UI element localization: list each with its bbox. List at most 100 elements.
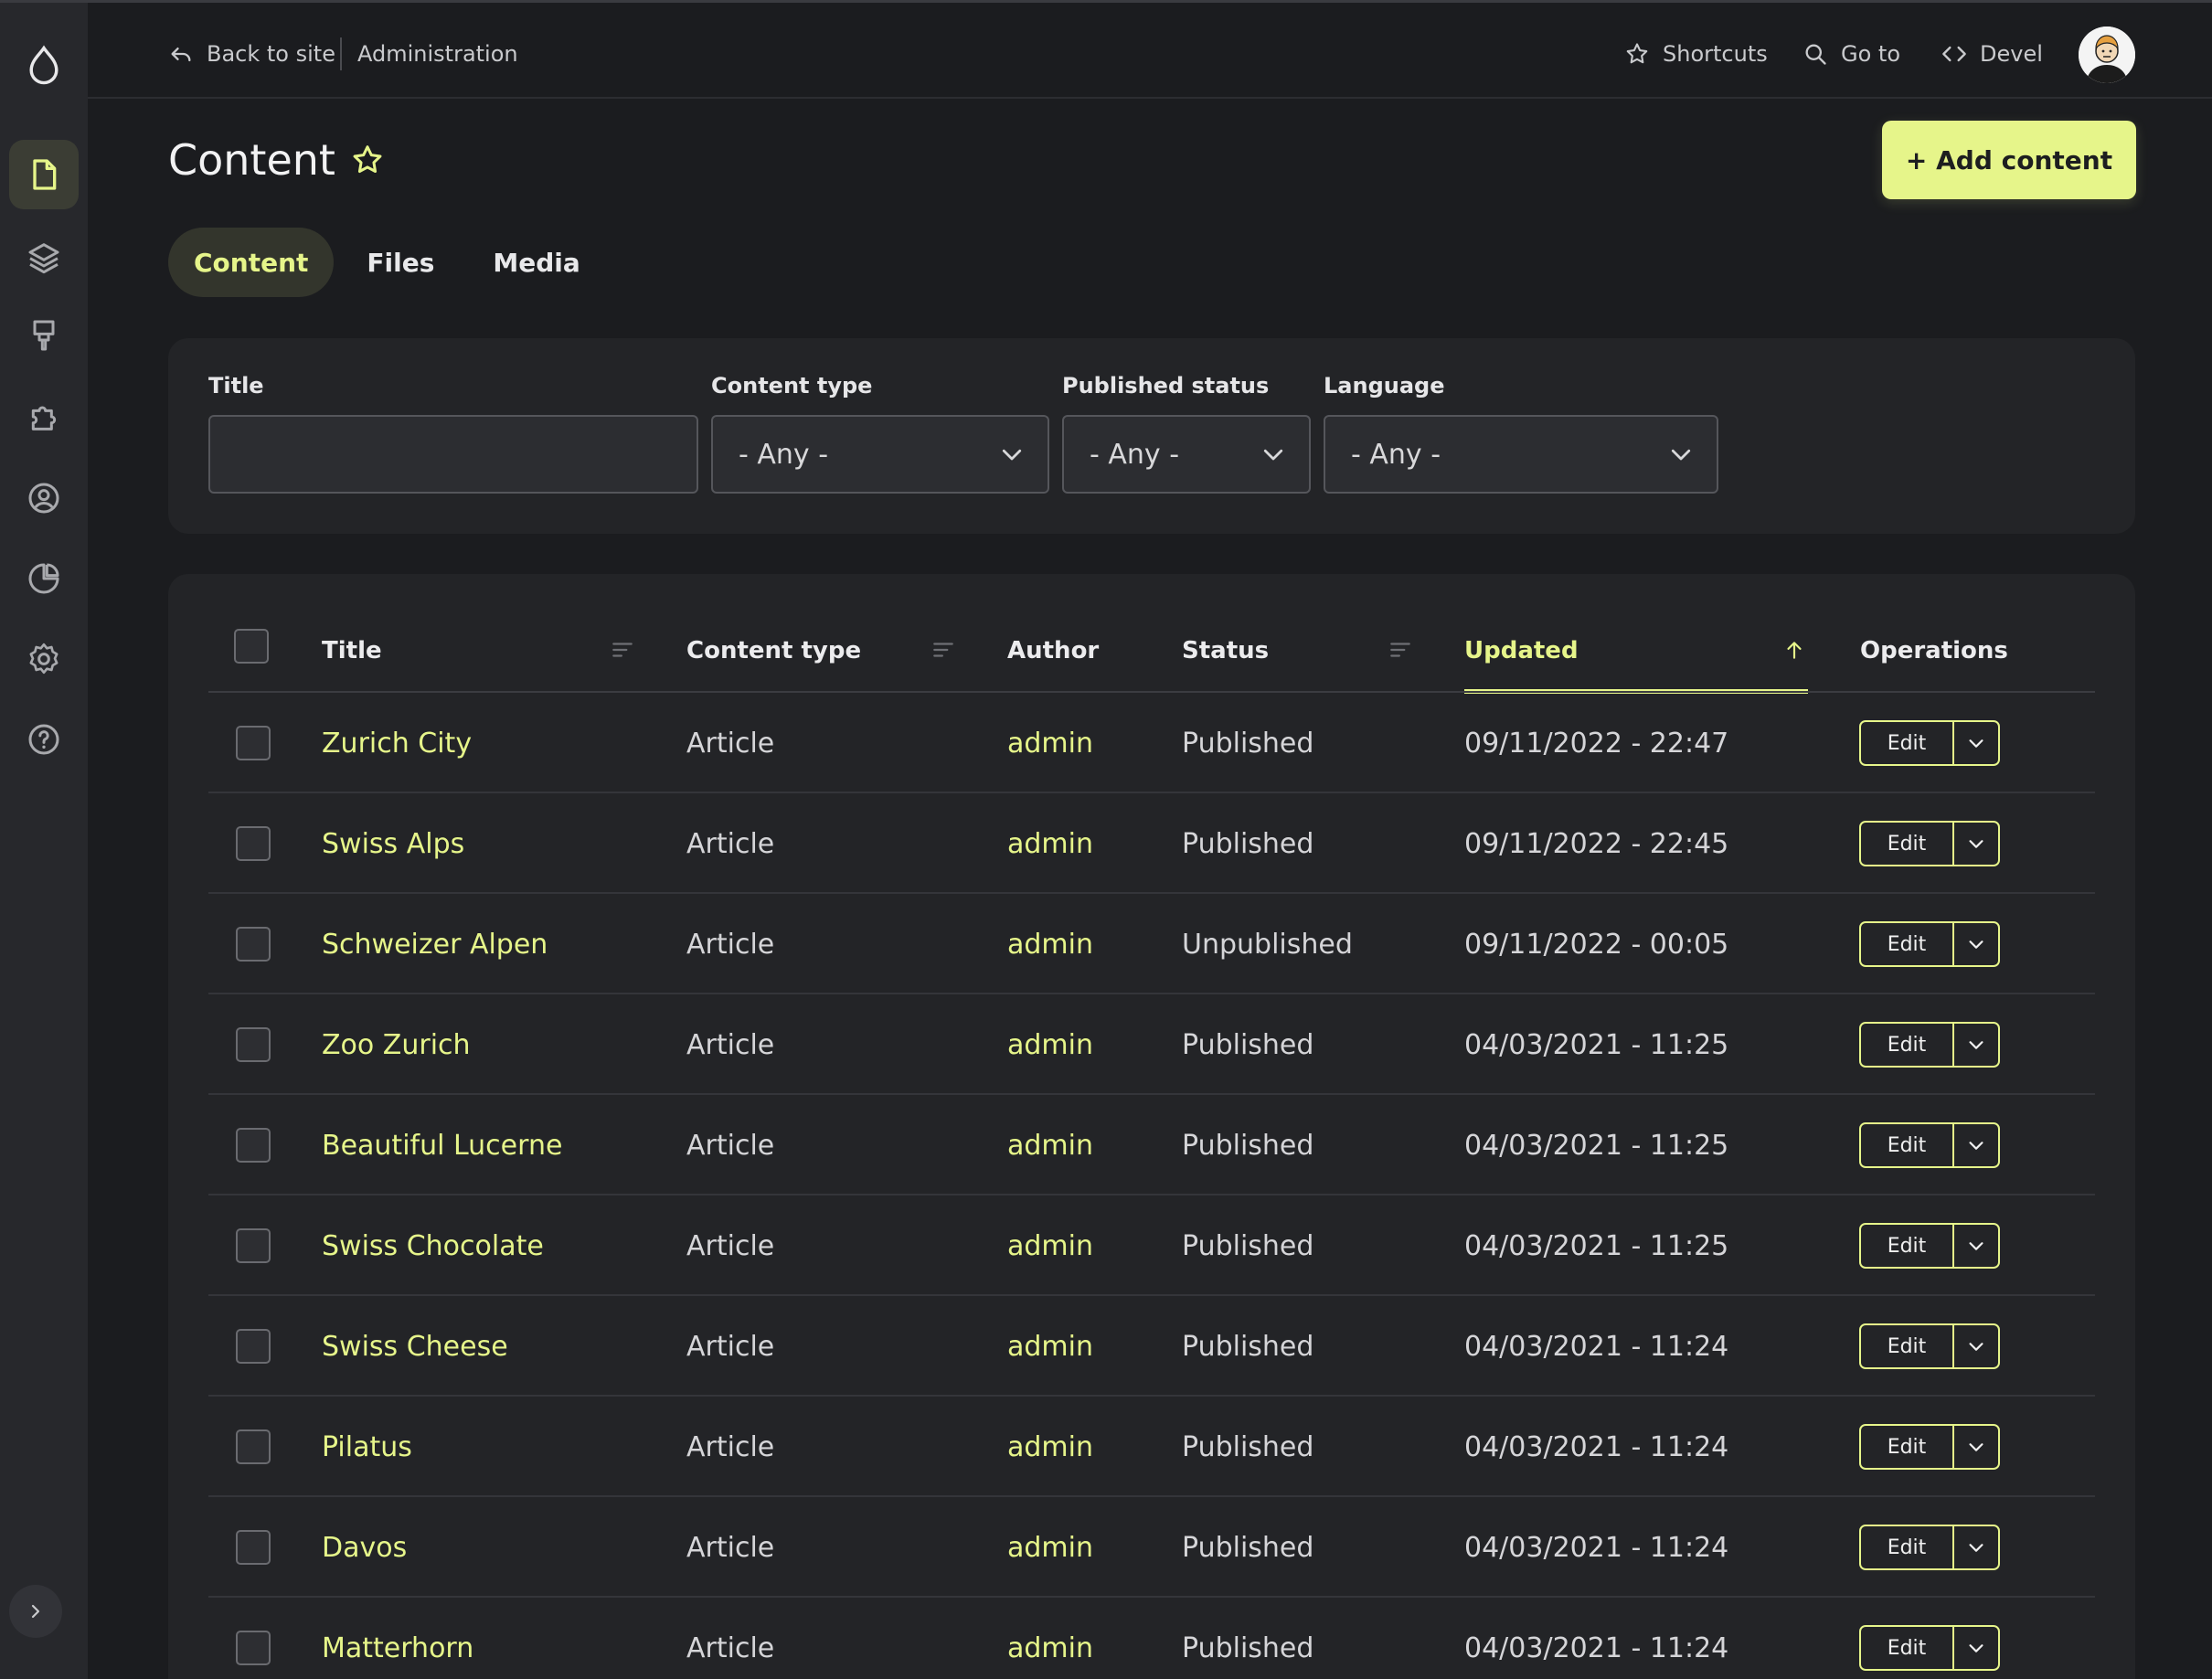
row-checkbox[interactable]: [236, 1530, 271, 1565]
column-header-title[interactable]: Title: [322, 632, 382, 669]
row-author-link[interactable]: admin: [1007, 1323, 1093, 1369]
title-filter-label: Title: [208, 373, 264, 398]
row-checkbox[interactable]: [236, 1128, 271, 1163]
row-title-link[interactable]: Swiss Cheese: [322, 1323, 508, 1369]
puzzle-icon[interactable]: [9, 382, 79, 452]
arrow-up-icon[interactable]: [1782, 638, 1806, 662]
row-author-link[interactable]: admin: [1007, 1122, 1093, 1168]
language-select[interactable]: - Any -: [1324, 415, 1718, 494]
row-operations: Edit: [1859, 921, 2000, 967]
chevron-right-icon[interactable]: [9, 1585, 62, 1638]
document-icon[interactable]: [9, 140, 79, 209]
devel-label: Devel: [1980, 41, 2043, 67]
back-arrow-icon: [171, 48, 191, 62]
published-status-select[interactable]: - Any -: [1062, 415, 1311, 494]
column-header-status[interactable]: Status: [1182, 632, 1269, 669]
pie-chart-icon[interactable]: [9, 544, 79, 613]
edit-button[interactable]: Edit: [1861, 1024, 1954, 1066]
operations-dropdown-button[interactable]: [1954, 1627, 1998, 1669]
row-author-link[interactable]: admin: [1007, 1223, 1093, 1269]
gear-icon[interactable]: [9, 624, 79, 694]
content-type-filter-label: Content type: [711, 373, 873, 398]
row-checkbox[interactable]: [236, 1631, 271, 1665]
paintbrush-icon[interactable]: [9, 301, 79, 370]
row-author-link[interactable]: admin: [1007, 821, 1093, 866]
sort-lines-icon[interactable]: [1388, 638, 1412, 662]
shortcuts-button[interactable]: Shortcuts: [1624, 36, 1768, 72]
select-all-checkbox[interactable]: [234, 629, 269, 664]
row-operations: Edit: [1859, 1323, 2000, 1369]
column-header-content-type[interactable]: Content type: [686, 632, 861, 669]
tab-media[interactable]: Media: [467, 228, 605, 297]
chevron-down-icon: [1671, 449, 1691, 461]
row-checkbox[interactable]: [236, 1429, 271, 1464]
operations-dropdown-button[interactable]: [1954, 1526, 1998, 1568]
back-to-site-link[interactable]: Back to site: [168, 36, 335, 72]
row-content-type: Article: [686, 727, 775, 760]
row-operations: Edit: [1859, 1223, 2000, 1269]
row-title-link[interactable]: Zurich City: [322, 720, 472, 766]
row-checkbox[interactable]: [236, 1027, 271, 1062]
row-author-link[interactable]: admin: [1007, 1525, 1093, 1570]
operations-dropdown-button[interactable]: [1954, 1124, 1998, 1166]
sort-lines-icon[interactable]: [931, 638, 955, 662]
row-updated: 04/03/2021 - 11:24: [1464, 1631, 1729, 1664]
row-author-link[interactable]: admin: [1007, 1022, 1093, 1068]
operations-dropdown-button[interactable]: [1954, 1325, 1998, 1367]
operations-dropdown-button[interactable]: [1954, 923, 1998, 965]
edit-button[interactable]: Edit: [1861, 1526, 1954, 1568]
title-filter-input[interactable]: [208, 415, 698, 494]
edit-button[interactable]: Edit: [1861, 923, 1954, 965]
favorite-star-icon[interactable]: [350, 143, 385, 177]
row-checkbox[interactable]: [236, 1329, 271, 1364]
add-content-button[interactable]: + Add content: [1882, 121, 2136, 199]
row-title-link[interactable]: Pilatus: [322, 1424, 412, 1470]
tab-files[interactable]: Files: [341, 228, 460, 297]
row-title-link[interactable]: Swiss Chocolate: [322, 1223, 544, 1269]
published-status-filter-label: Published status: [1062, 373, 1270, 398]
drupal-drop-icon[interactable]: [13, 34, 75, 96]
edit-button[interactable]: Edit: [1861, 1325, 1954, 1367]
row-checkbox[interactable]: [236, 927, 271, 962]
column-header-updated[interactable]: Updated: [1464, 632, 1579, 669]
sort-lines-icon[interactable]: [611, 638, 634, 662]
row-title-link[interactable]: Schweizer Alpen: [322, 921, 548, 967]
edit-button[interactable]: Edit: [1861, 823, 1954, 865]
edit-button[interactable]: Edit: [1861, 1124, 1954, 1166]
operations-dropdown-button[interactable]: [1954, 722, 1998, 764]
row-title-link[interactable]: Matterhorn: [322, 1625, 473, 1671]
row-checkbox[interactable]: [236, 1228, 271, 1263]
edit-button[interactable]: Edit: [1861, 722, 1954, 764]
row-checkbox[interactable]: [236, 726, 271, 760]
operations-dropdown-button[interactable]: [1954, 1225, 1998, 1267]
edit-button[interactable]: Edit: [1861, 1426, 1954, 1468]
operations-dropdown-button[interactable]: [1954, 1024, 1998, 1066]
row-title-link[interactable]: Davos: [322, 1525, 407, 1570]
page-title-text: Content: [168, 135, 335, 185]
user-icon[interactable]: [9, 463, 79, 533]
toolbar-divider: [340, 37, 342, 70]
tab-content[interactable]: Content: [168, 228, 335, 297]
go-to-button[interactable]: Go to: [1803, 36, 1900, 72]
edit-button[interactable]: Edit: [1861, 1627, 1954, 1669]
operations-dropdown-button[interactable]: [1954, 823, 1998, 865]
administration-link[interactable]: Administration: [357, 36, 518, 72]
row-author-link[interactable]: admin: [1007, 921, 1093, 967]
devel-button[interactable]: Devel: [1941, 36, 2043, 72]
row-content-type: Article: [686, 1531, 775, 1564]
row-checkbox[interactable]: [236, 826, 271, 861]
operations-dropdown-button[interactable]: [1954, 1426, 1998, 1468]
help-icon[interactable]: [9, 705, 79, 774]
row-status: Published: [1182, 1531, 1314, 1564]
row-title-link[interactable]: Zoo Zurich: [322, 1022, 471, 1068]
avatar[interactable]: [2079, 27, 2135, 83]
row-author-link[interactable]: admin: [1007, 1625, 1093, 1671]
row-title-link[interactable]: Swiss Alps: [322, 821, 464, 866]
row-author-link[interactable]: admin: [1007, 720, 1093, 766]
row-author-link[interactable]: admin: [1007, 1424, 1093, 1470]
layers-icon[interactable]: [9, 222, 79, 292]
table-row: Swiss Alps Article admin Published 09/11/202…: [208, 793, 2095, 894]
edit-button[interactable]: Edit: [1861, 1225, 1954, 1267]
row-title-link[interactable]: Beautiful Lucerne: [322, 1122, 562, 1168]
content-type-select[interactable]: - Any -: [711, 415, 1049, 494]
